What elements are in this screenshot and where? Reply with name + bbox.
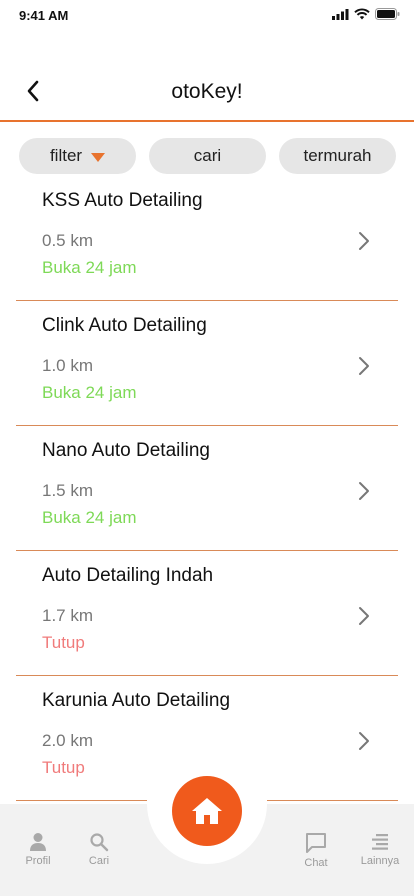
signal-icon: [332, 8, 349, 20]
caret-down-icon: [91, 152, 106, 162]
shop-name: KSS Auto Detailing: [42, 190, 203, 211]
chevron-right-icon: [359, 607, 369, 625]
shop-distance: 2.0 km: [42, 731, 94, 750]
shop-status: Tutup: [42, 633, 85, 652]
battery-icon: [375, 8, 400, 20]
chevron-right-icon: [359, 357, 369, 375]
status-time: 9:41 AM: [19, 8, 69, 23]
shop-status: Buka 24 jam: [42, 508, 137, 527]
list-item[interactable]: Clink Auto Detailing 1.0 km Buka 24 jam: [16, 301, 398, 426]
app-header: otoKey!: [0, 60, 414, 122]
shop-distance: 1.0 km: [42, 356, 94, 375]
search-button[interactable]: cari: [149, 138, 266, 174]
shop-distance: 1.5 km: [42, 481, 94, 500]
wifi-icon: [354, 8, 370, 20]
filter-label: filter: [49, 146, 83, 165]
filter-bar: filter cari termurah: [0, 138, 414, 174]
shop-status: Buka 24 jam: [42, 383, 137, 402]
nav-cari-label: Cari: [88, 855, 110, 867]
shop-status: Tutup: [42, 758, 85, 777]
chevron-right-icon: [359, 232, 369, 250]
list-item[interactable]: Auto Detailing Indah 1.7 km Tutup: [16, 551, 398, 676]
home-icon: [192, 798, 222, 824]
nav-chat[interactable]: Chat: [286, 832, 346, 869]
list-item[interactable]: Nano Auto Detailing 1.5 km Buka 24 jam: [16, 426, 398, 551]
status-icons: [332, 8, 400, 20]
nav-profil[interactable]: Profil: [8, 832, 68, 867]
shop-name: Clink Auto Detailing: [42, 315, 207, 336]
home-button[interactable]: [172, 776, 242, 846]
nav-chat-label: Chat: [304, 857, 328, 869]
shop-name: Auto Detailing Indah: [42, 565, 214, 586]
nav-cari[interactable]: Cari: [69, 832, 129, 867]
shop-name: Nano Auto Detailing: [42, 440, 210, 461]
nav-lainnya-label: Lainnya: [360, 855, 400, 867]
chevron-right-icon: [359, 482, 369, 500]
status-bar: 9:41 AM: [0, 0, 414, 32]
cheapest-sort-button[interactable]: termurah: [279, 138, 396, 174]
chat-icon: [306, 833, 326, 853]
search-icon: [90, 833, 109, 852]
shop-list: KSS Auto Detailing 0.5 km Buka 24 jam Cl…: [16, 176, 398, 801]
shop-name: Karunia Auto Detailing: [42, 690, 231, 711]
shop-distance: 1.7 km: [42, 606, 94, 625]
person-icon: [30, 833, 46, 851]
cheapest-label: termurah: [303, 146, 372, 165]
page-title: otoKey!: [171, 80, 243, 103]
nav-lainnya[interactable]: Lainnya: [350, 832, 410, 867]
filter-button[interactable]: filter: [19, 138, 136, 174]
search-label: cari: [193, 146, 222, 165]
menu-list-icon: [372, 834, 388, 850]
header-divider: [0, 120, 414, 122]
shop-distance: 0.5 km: [42, 231, 94, 250]
shop-status: Buka 24 jam: [42, 258, 137, 277]
list-item[interactable]: KSS Auto Detailing 0.5 km Buka 24 jam: [16, 176, 398, 301]
nav-profil-label: Profil: [25, 855, 51, 867]
chevron-right-icon: [359, 732, 369, 750]
